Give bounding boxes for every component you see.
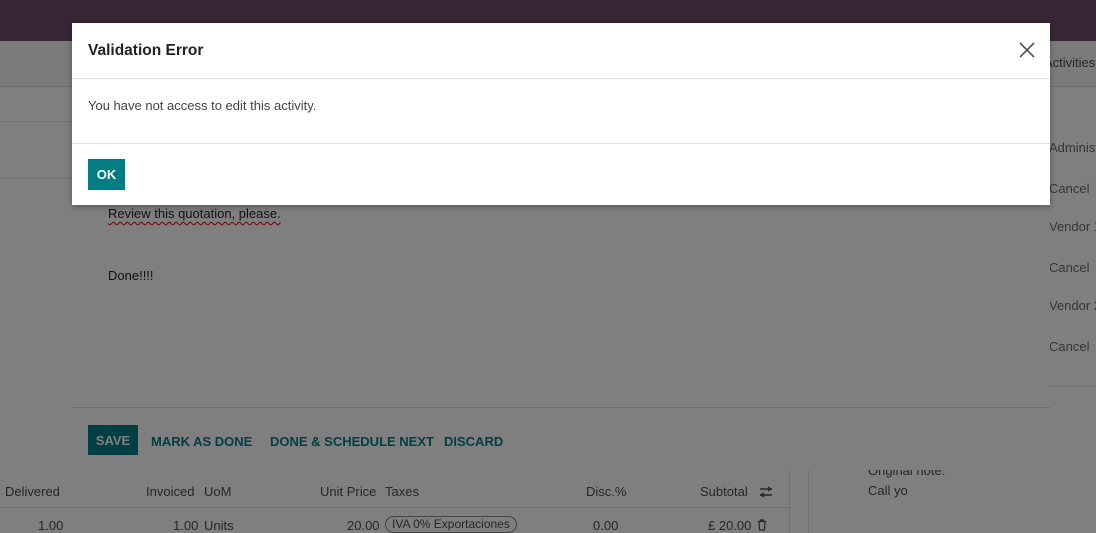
modal-body: You have not access to edit this activit… <box>72 79 1050 144</box>
validation-error-modal: Validation Error You have not access to … <box>72 23 1050 205</box>
close-icon[interactable] <box>1018 41 1036 59</box>
modal-footer: OK <box>72 144 1050 205</box>
modal-header: Validation Error <box>72 23 1050 79</box>
error-message: You have not access to edit this activit… <box>88 98 317 113</box>
modal-title: Validation Error <box>88 42 204 59</box>
ok-button[interactable]: OK <box>88 159 125 190</box>
